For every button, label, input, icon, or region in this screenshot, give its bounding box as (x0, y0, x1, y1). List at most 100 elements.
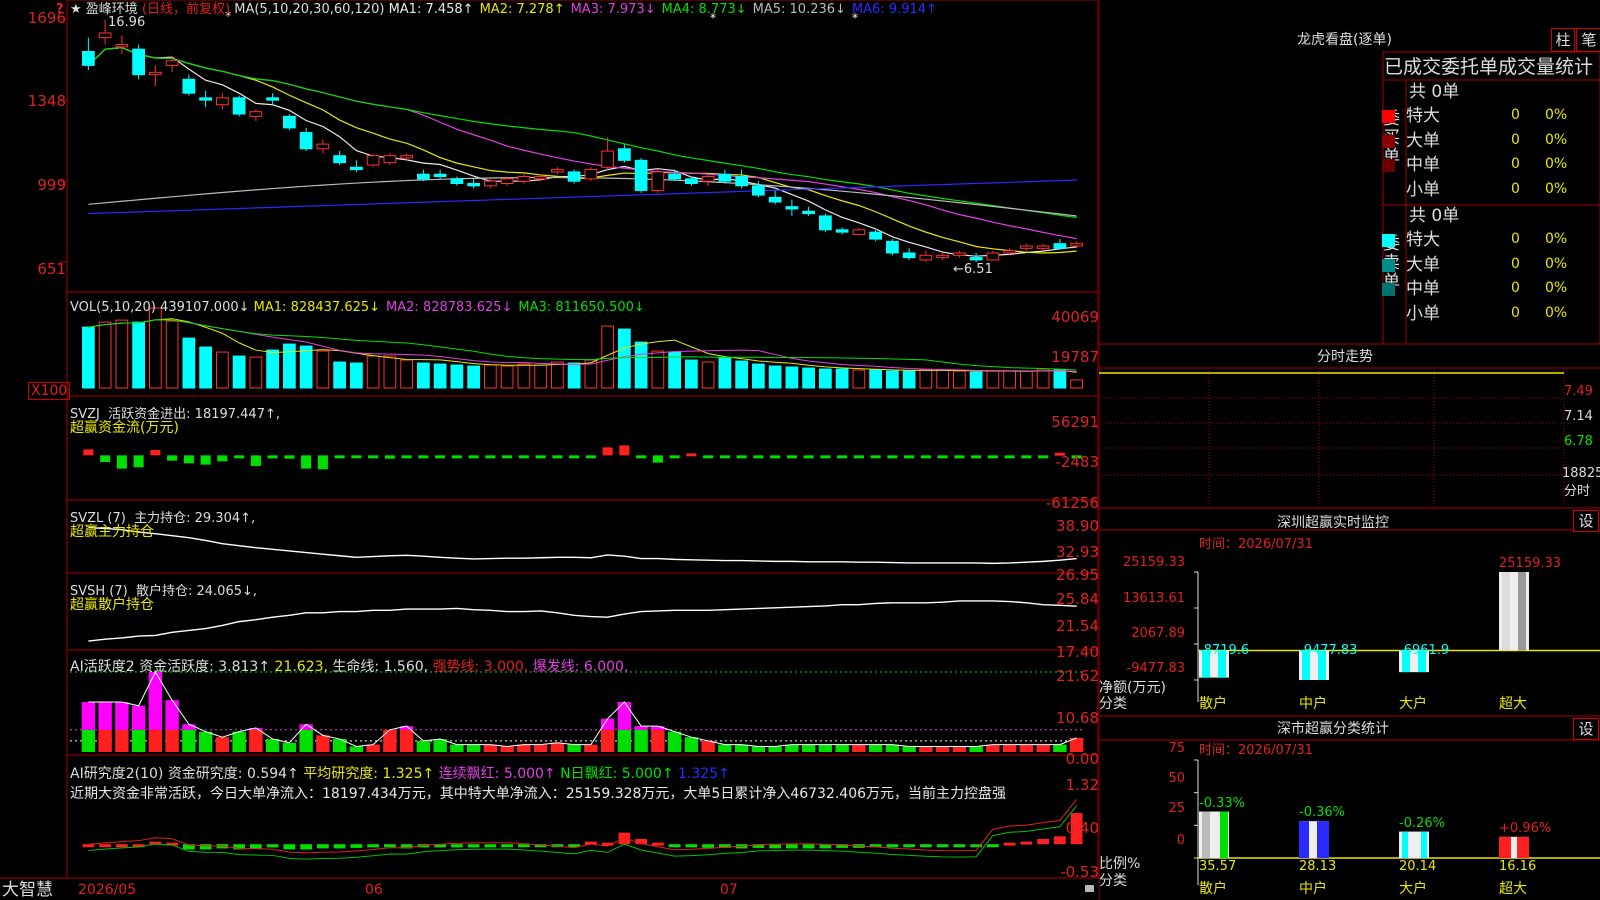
fenshi-volume: 18825 (1562, 466, 1600, 481)
volume-bar (266, 349, 279, 389)
activity-bar (500, 746, 514, 752)
research-bar (317, 844, 329, 849)
activity-bar-high (165, 700, 179, 730)
activity-bar (567, 744, 581, 752)
volume-bar (333, 361, 346, 389)
classify-value-label: 20.14 (1399, 859, 1437, 874)
activity-bar (215, 737, 230, 752)
indicator-item: MA1: 7.458↑ (389, 2, 474, 17)
activity-bar (818, 744, 833, 752)
svzj-bar (987, 455, 998, 459)
svzj-bar (217, 455, 228, 462)
classify-value-label: 16.16 (1499, 859, 1537, 874)
row-color-swatch (1382, 134, 1395, 148)
volume-bar (433, 363, 447, 389)
svzj-bar (451, 455, 462, 459)
buy-total: 共 0单 (1409, 82, 1460, 102)
monitor-bar-label: 25159.33 (1499, 556, 1562, 571)
candle-body (718, 173, 732, 182)
activity-bar (801, 744, 816, 752)
ai-res-y-label: 0.40 (1065, 819, 1099, 837)
classify-time: 时间：2026/07/31 (1199, 743, 1313, 758)
indicator-value: 828783.625↓ (422, 300, 513, 315)
tick-view-button[interactable]: 笔 (1576, 28, 1600, 52)
fenshi-vol-unit: 分时 (1564, 484, 1591, 499)
high-price-label: 16.96 (108, 15, 146, 30)
candle-body (534, 176, 547, 180)
volume-bar (350, 362, 363, 389)
activity-bar (684, 737, 699, 752)
candle-body (165, 60, 179, 66)
x-axis-label: 06 (365, 882, 383, 898)
monitor-xlabel: 分类 (1099, 696, 1127, 712)
candle-body (500, 178, 514, 184)
y-axis-label: 75 (1168, 741, 1185, 756)
monitor-bar-label: -8719.6 (1199, 643, 1250, 659)
vol-value: 439107.000↓ (160, 300, 250, 315)
indicator-item: MA3: 7.973↓ (571, 2, 656, 17)
svzj-bar (116, 455, 127, 469)
research-bar (116, 844, 128, 848)
row-name: 中单 (1406, 279, 1440, 299)
lock-icon[interactable] (1085, 885, 1094, 892)
activity-bar-high (81, 702, 96, 730)
indicator-label: MA2: (386, 300, 419, 315)
svzj-bar (954, 455, 965, 459)
research-bar (333, 844, 346, 849)
candle-body (1053, 243, 1067, 249)
research-bar (300, 844, 312, 850)
y-axis-label: 13613.61 (1122, 591, 1185, 606)
classify-bar-shade (1511, 836, 1517, 858)
svzj-bar (786, 455, 797, 459)
ma-param: MA(5,10,20,30,60,120) (234, 2, 385, 17)
candle-body (969, 257, 983, 261)
monitor-settings-button[interactable]: 设 (1573, 510, 1599, 532)
row-count: 0 (1511, 156, 1520, 172)
row-name: 大单 (1406, 254, 1440, 275)
row-name: 小单 (1406, 303, 1440, 324)
volume-bar (232, 355, 246, 389)
svzj-bar (719, 455, 730, 459)
ai-act-value: 3.813↑ (218, 659, 271, 675)
volume-bar (634, 341, 648, 389)
volume-bar (819, 368, 832, 389)
svzj-bar (351, 455, 362, 459)
indicator-value: 9.914↑ (888, 2, 937, 17)
svzj-bar (753, 455, 764, 459)
left-chart-area[interactable]: * * * ★ 盈峰环境 (日线，前复权) MA(5,10,20,30,60,120… (0, 0, 1099, 900)
svzj-bar (837, 455, 848, 459)
svzl-line (88, 526, 1077, 565)
row-color-swatch (1382, 258, 1395, 272)
ai-act-label: 资金活跃度: (139, 659, 214, 675)
research-bar (786, 844, 798, 849)
svzj-bar (468, 455, 479, 459)
volume-bar (400, 359, 413, 389)
candle-body (383, 155, 397, 164)
activity-bar (1019, 744, 1034, 752)
svzj-bar (334, 455, 345, 459)
row-pct: 0% (1545, 180, 1568, 197)
volume-bar (986, 370, 1000, 389)
bar-view-button[interactable]: 柱 (1551, 28, 1575, 52)
svzj-bar (502, 455, 513, 459)
candle-body (299, 132, 313, 150)
activity-bar (416, 740, 431, 752)
svzj-bar (301, 455, 312, 469)
volume-bar (969, 371, 983, 389)
classify-settings-button[interactable]: 设 (1573, 718, 1599, 740)
svsh-y-label: 21.54 (1056, 617, 1099, 635)
svzj-bar (384, 455, 395, 459)
candle-body (1020, 245, 1033, 249)
right-panel-svg (1099, 0, 1600, 900)
row-count: 0 (1511, 180, 1520, 197)
classify-change-label: -0.33% (1199, 795, 1245, 811)
research-bar (668, 844, 681, 848)
y-axis-label: 0 (1176, 833, 1185, 848)
indicator-label: MA2: (479, 2, 513, 17)
low-price-label: ←6.51 (953, 262, 993, 277)
activity-bar (450, 744, 464, 752)
volume-bar (852, 369, 866, 389)
candle-body (249, 111, 263, 117)
svzj-bar (150, 450, 161, 456)
volume-bar (115, 319, 129, 389)
